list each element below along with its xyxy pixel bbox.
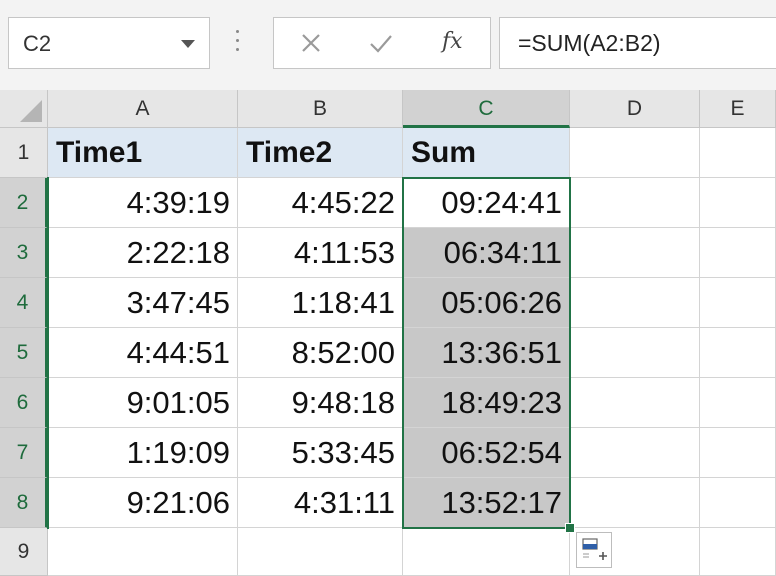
fill-handle[interactable] bbox=[565, 523, 575, 533]
close-icon[interactable] bbox=[294, 26, 328, 60]
row-header-4[interactable]: 4 bbox=[0, 278, 48, 328]
cell-e7[interactable] bbox=[700, 428, 776, 478]
cell-e2[interactable] bbox=[700, 178, 776, 228]
cell-d5[interactable] bbox=[570, 328, 700, 378]
cell-b8[interactable]: 4:31:11 bbox=[238, 478, 403, 528]
cell-c6[interactable]: 18:49:23 bbox=[403, 378, 570, 428]
cell-a7[interactable]: 1:19:09 bbox=[48, 428, 238, 478]
row-header-3[interactable]: 3 bbox=[0, 228, 48, 278]
cell-c8[interactable]: 13:52:17 bbox=[403, 478, 570, 528]
formula-text: =SUM(A2:B2) bbox=[518, 30, 661, 56]
spreadsheet-grid: ABCDE 123456789 Time1 Time2 Sum 4:39:19 4:45… bbox=[0, 90, 776, 576]
name-box[interactable]: C2 bbox=[8, 17, 210, 69]
cell-c1[interactable]: Sum bbox=[403, 128, 570, 178]
cell-e4[interactable] bbox=[700, 278, 776, 328]
column-header-c[interactable]: C bbox=[403, 90, 570, 128]
cell-e6[interactable] bbox=[700, 378, 776, 428]
cell-d4[interactable] bbox=[570, 278, 700, 328]
column-header-e[interactable]: E bbox=[700, 90, 776, 128]
cell-a1[interactable]: Time1 bbox=[48, 128, 238, 178]
cell-b6[interactable]: 9:48:18 bbox=[238, 378, 403, 428]
cell-b1[interactable]: Time2 bbox=[238, 128, 403, 178]
cell-e1[interactable] bbox=[700, 128, 776, 178]
cell-d3[interactable] bbox=[570, 228, 700, 278]
cell-a3[interactable]: 2:22:18 bbox=[48, 228, 238, 278]
cell-c2[interactable]: 09:24:41 bbox=[403, 178, 570, 228]
formula-input[interactable]: =SUM(A2:B2) bbox=[499, 17, 776, 69]
cell-e3[interactable] bbox=[700, 228, 776, 278]
row-header-5[interactable]: 5 bbox=[0, 328, 48, 378]
cell-c3[interactable]: 06:34:11 bbox=[403, 228, 570, 278]
cell-a2[interactable]: 4:39:19 bbox=[48, 178, 238, 228]
row-header-7[interactable]: 7 bbox=[0, 428, 48, 478]
cell-c9[interactable] bbox=[403, 528, 570, 576]
quick-analysis-icon bbox=[582, 538, 607, 560]
cell-d6[interactable] bbox=[570, 378, 700, 428]
name-box-value: C2 bbox=[23, 31, 52, 56]
column-header-a[interactable]: A bbox=[48, 90, 238, 128]
row-header-8[interactable]: 8 bbox=[0, 478, 48, 528]
row-header-2[interactable]: 2 bbox=[0, 178, 48, 228]
cell-b4[interactable]: 1:18:41 bbox=[238, 278, 403, 328]
cell-b2[interactable]: 4:45:22 bbox=[238, 178, 403, 228]
cell-a5[interactable]: 4:44:51 bbox=[48, 328, 238, 378]
cell-d7[interactable] bbox=[570, 428, 700, 478]
column-header-b[interactable]: B bbox=[238, 90, 403, 128]
cell-c5[interactable]: 13:36:51 bbox=[403, 328, 570, 378]
check-icon[interactable] bbox=[364, 26, 398, 60]
row-header-9[interactable]: 9 bbox=[0, 528, 48, 576]
cell-c7[interactable]: 06:52:54 bbox=[403, 428, 570, 478]
cell-d1[interactable] bbox=[570, 128, 700, 178]
cell-e9[interactable] bbox=[700, 528, 776, 576]
cell-e5[interactable] bbox=[700, 328, 776, 378]
cell-e8[interactable] bbox=[700, 478, 776, 528]
cell-a9[interactable] bbox=[48, 528, 238, 576]
cell-b7[interactable]: 5:33:45 bbox=[238, 428, 403, 478]
cell-b5[interactable]: 8:52:00 bbox=[238, 328, 403, 378]
cell-a6[interactable]: 9:01:05 bbox=[48, 378, 238, 428]
column-header-d[interactable]: D bbox=[570, 90, 700, 128]
fx-icon[interactable]: fx bbox=[442, 29, 463, 54]
cell-a4[interactable]: 3:47:45 bbox=[48, 278, 238, 328]
formula-bar: C2 fx =SUM(A2:B2) bbox=[0, 0, 776, 90]
formula-buttons: fx bbox=[273, 17, 491, 69]
vertical-dots-icon[interactable] bbox=[236, 30, 240, 56]
quick-analysis-button[interactable] bbox=[576, 532, 612, 568]
chevron-down-icon[interactable] bbox=[181, 40, 195, 48]
cell-b9[interactable] bbox=[238, 528, 403, 576]
select-all-button[interactable] bbox=[0, 90, 48, 128]
cell-d8[interactable] bbox=[570, 478, 700, 528]
cell-c4[interactable]: 05:06:26 bbox=[403, 278, 570, 328]
cell-a8[interactable]: 9:21:06 bbox=[48, 478, 238, 528]
cell-d2[interactable] bbox=[570, 178, 700, 228]
row-header-1[interactable]: 1 bbox=[0, 128, 48, 178]
cell-b3[interactable]: 4:11:53 bbox=[238, 228, 403, 278]
row-header-6[interactable]: 6 bbox=[0, 378, 48, 428]
